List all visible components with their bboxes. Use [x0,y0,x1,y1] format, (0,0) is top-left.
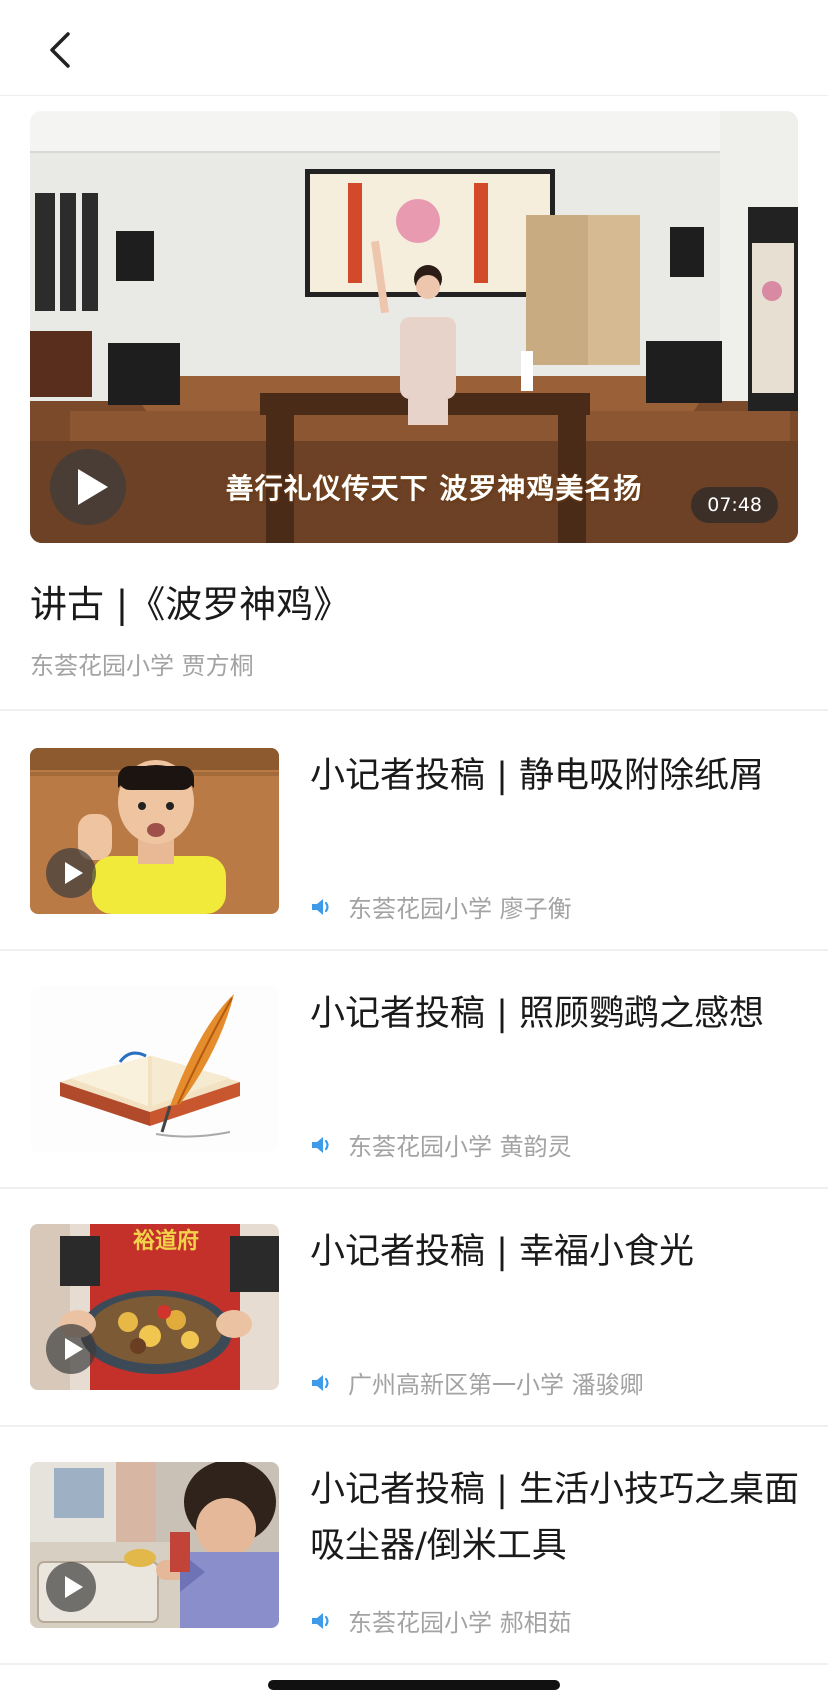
list-item[interactable]: 小记者投稿 | 照顾鹦鹉之感想 东荟花园小学 黄韵灵 [0,950,828,1188]
item-title[interactable]: 小记者投稿 | 幸福小食光 [310,1224,810,1280]
speaker-icon [312,1612,329,1629]
item-thumbnail [30,748,279,914]
item-meta: 广州高新区第一小学 潘骏卿 [310,1365,644,1400]
duration-badge: 07:48 [691,487,778,523]
item-meta: 东荟花园小学 黄韵灵 [310,1127,572,1162]
back-button[interactable] [40,28,84,72]
video-caption: 善行礼仪传天下 波罗神鸡美名扬 [225,472,643,505]
item-thumbnail: 裕道府 [30,1224,279,1390]
featured-video[interactable]: 善行礼仪传天下 波罗神鸡美名扬 07:48 [30,111,798,543]
item-author: 东荟花园小学 廖子衡 [348,895,572,923]
divider [0,709,828,711]
item-thumbnail [30,986,279,1152]
featured-author: 东荟花园小学 贾方桐 [30,652,254,680]
item-meta: 东荟花园小学 郝相茹 [310,1603,572,1638]
speaker-icon [312,1136,329,1153]
item-title[interactable]: 小记者投稿 | 生活小技巧之桌面吸尘器/倒米工具 [310,1462,810,1574]
play-icon[interactable] [46,1324,96,1374]
play-icon[interactable] [46,848,96,898]
item-title[interactable]: 小记者投稿 | 照顾鹦鹉之感想 [310,986,810,1042]
item-author: 东荟花园小学 黄韵灵 [348,1133,572,1161]
top-bar [0,0,828,96]
featured-title[interactable]: 讲古 |《波罗神鸡》 [30,574,350,628]
svg-text:裕道府: 裕道府 [133,1228,199,1254]
list-item[interactable]: 裕道府 小记者投稿 | 幸福小食光 广州高新区第一小学 潘骏卿 [0,1188,828,1426]
item-author: 东荟花园小学 郝相茹 [348,1609,572,1637]
play-icon[interactable] [46,1562,96,1612]
item-title[interactable]: 小记者投稿 | 静电吸附除纸屑 [310,748,810,804]
item-author: 广州高新区第一小学 潘骏卿 [348,1371,644,1399]
play-icon[interactable] [50,449,126,525]
item-meta: 东荟花园小学 廖子衡 [310,889,572,924]
divider [0,1663,828,1665]
item-thumbnail [30,1462,279,1628]
speaker-icon [312,898,329,915]
home-indicator[interactable] [268,1680,560,1690]
list-item[interactable]: 小记者投稿 | 静电吸附除纸屑 东荟花园小学 廖子衡 [0,712,828,950]
speaker-icon [312,1374,329,1391]
chevron-left-icon [50,32,70,68]
list-item[interactable]: 小记者投稿 | 生活小技巧之桌面吸尘器/倒米工具 东荟花园小学 郝相茹 [0,1426,828,1664]
